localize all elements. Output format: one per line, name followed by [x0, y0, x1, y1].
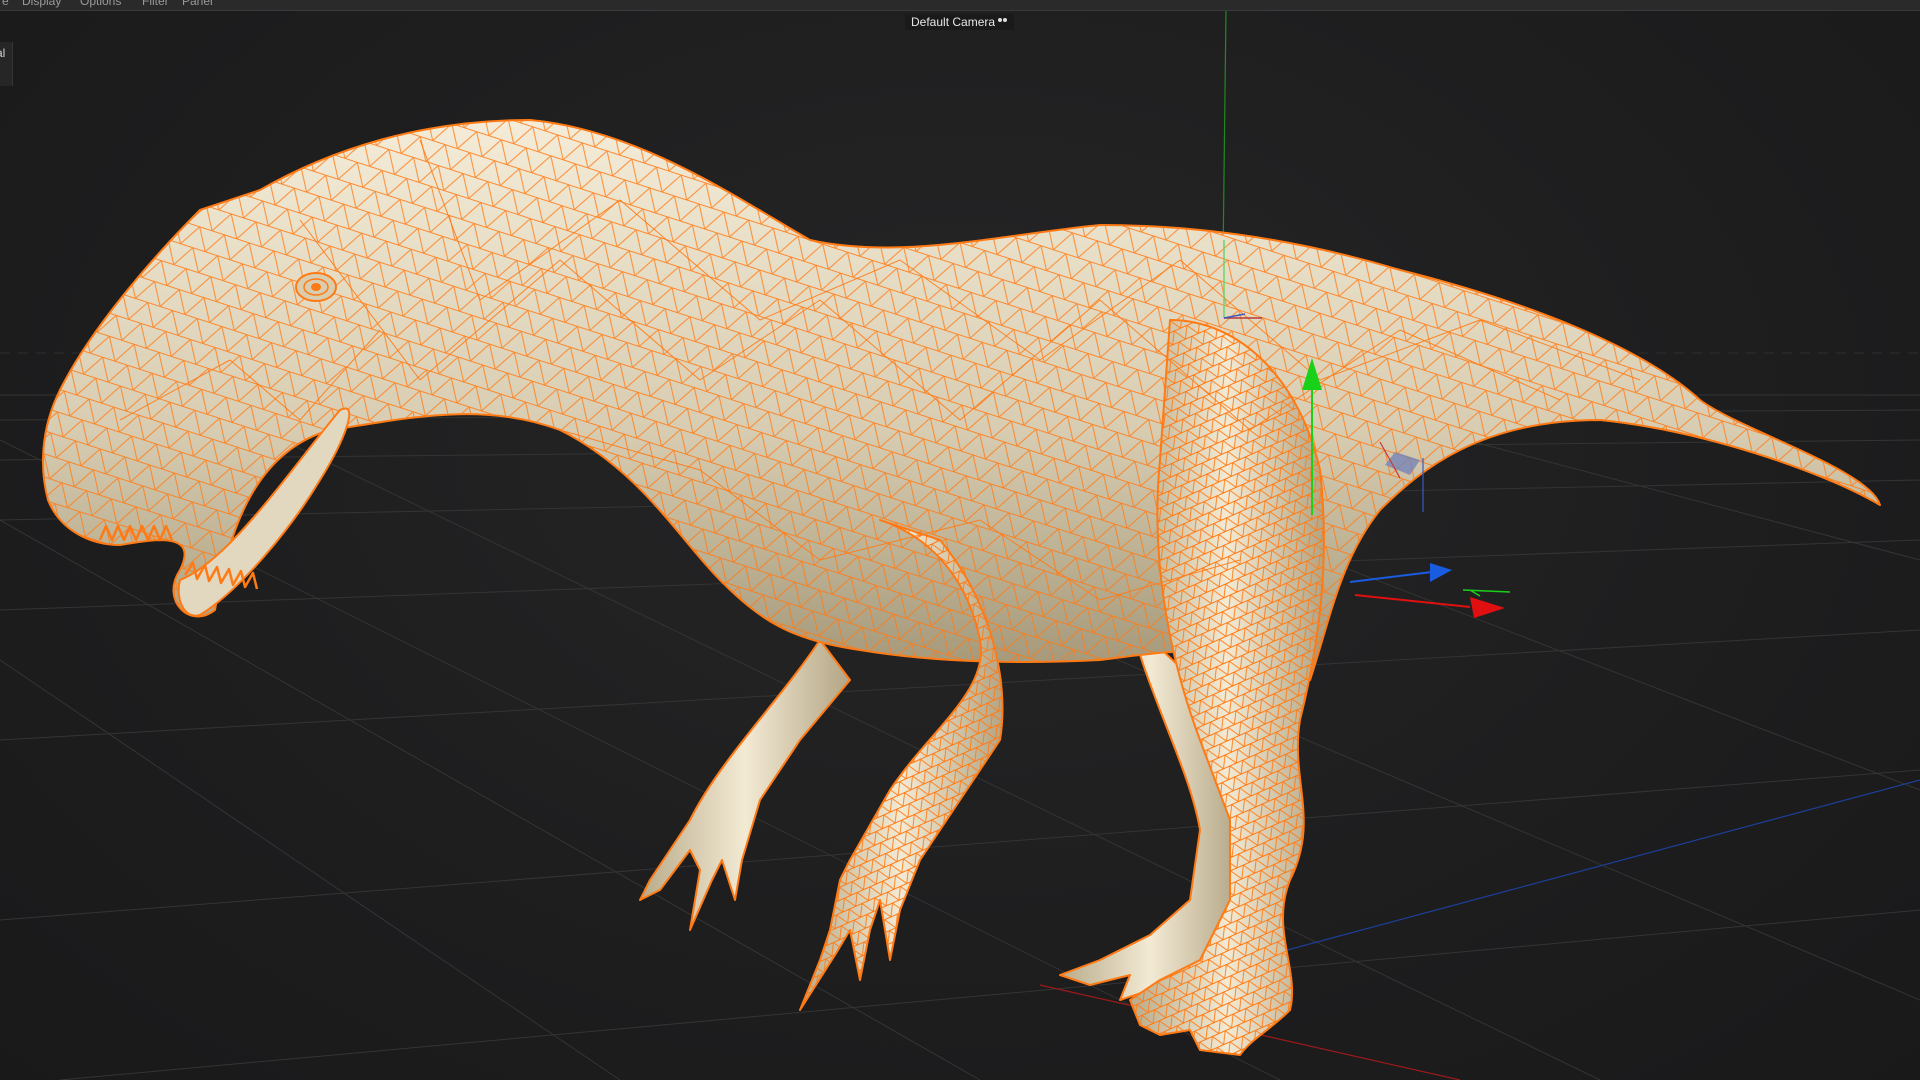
dinosaur-mesh[interactable] — [42, 119, 1881, 1056]
gizmo-z-handle — [1349, 571, 1433, 583]
world-z-axis — [1249, 779, 1920, 961]
menu-item-display[interactable]: Display — [22, 0, 61, 8]
menu-item-view[interactable]: e — [2, 0, 9, 8]
gizmo-x-arrow-icon — [1470, 597, 1505, 618]
gizmo-plane-handle — [1462, 589, 1511, 597]
3d-viewport[interactable]: e Display Options Filter Panel Default C… — [0, 0, 1920, 1080]
side-panel-tab-label: al — [0, 46, 6, 60]
gizmo-z-arrow-icon — [1430, 563, 1452, 582]
side-panel-tab[interactable]: al — [0, 42, 13, 86]
camera-selector[interactable]: Default Camera — [905, 14, 1015, 30]
menu-bar: e Display Options Filter Panel — [0, 0, 1920, 11]
gizmo-x-handle — [1354, 594, 1471, 608]
viewport-canvas[interactable] — [0, 0, 1920, 1080]
menu-item-panel[interactable]: Panel — [182, 0, 213, 8]
camera-name: Default Camera — [911, 15, 996, 29]
camera-link-icon[interactable] — [998, 17, 1008, 27]
left-arm — [639, 639, 851, 931]
menu-item-options[interactable]: Options — [80, 0, 121, 8]
menu-item-filter[interactable]: Filter — [142, 0, 169, 8]
